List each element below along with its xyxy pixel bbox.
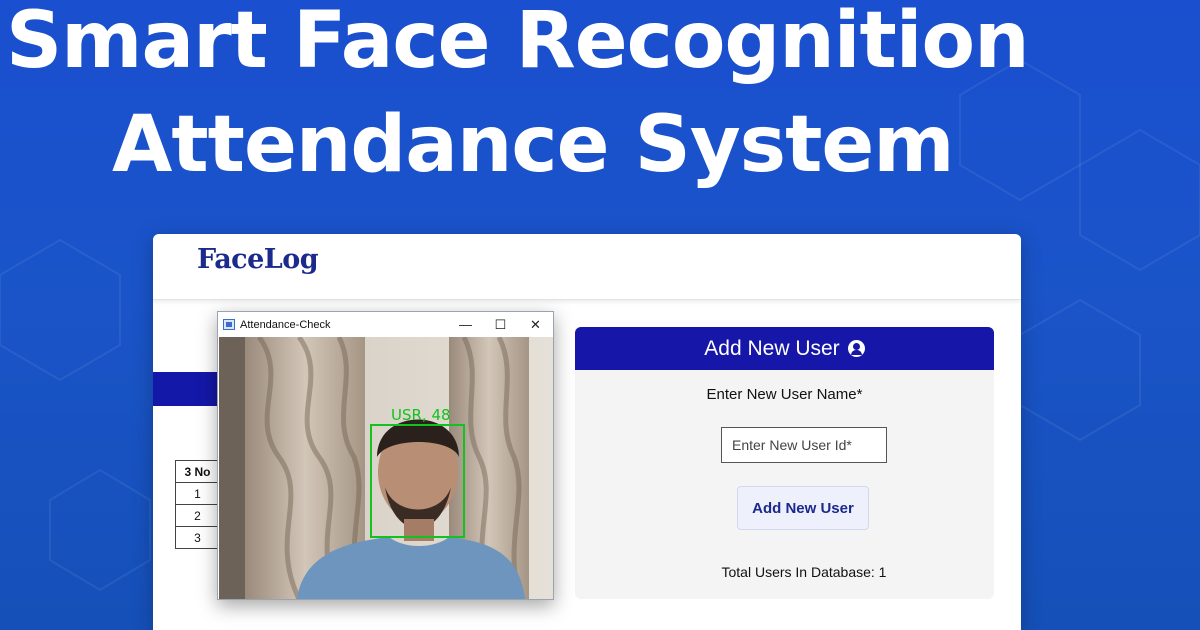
hero-title-line-1: Smart Face Recognition xyxy=(6,0,1030,86)
add-new-user-button[interactable]: Add New User xyxy=(737,486,869,530)
section-header-band xyxy=(153,372,223,406)
user-id-input[interactable] xyxy=(721,427,887,463)
maximize-button[interactable]: ☐ xyxy=(483,312,518,337)
table-cell: 1 xyxy=(175,482,220,505)
brand-logo[interactable]: FaceLog xyxy=(197,244,319,275)
total-users-text: Total Users In Database: 1 xyxy=(721,564,887,580)
window-titlebar[interactable]: Attendance-Check — ☐ ✕ xyxy=(218,312,553,337)
table-row: 2 xyxy=(175,504,220,527)
detection-label: USR, 48 xyxy=(391,406,451,424)
table-cell: 3 xyxy=(175,526,220,549)
user-name-label: Enter New User Name* xyxy=(706,386,863,403)
table-row: 3 xyxy=(175,526,220,549)
add-user-panel-title: Add New User xyxy=(704,336,840,360)
app-header: FaceLog xyxy=(153,234,1021,300)
maximize-icon: ☐ xyxy=(494,316,507,332)
hero-title-line-2: Attendance System xyxy=(112,100,955,190)
app-window-icon xyxy=(223,319,235,330)
add-user-panel: Add New User Enter New User Name* Add Ne… xyxy=(575,327,994,599)
camera-feed: USR, 48 xyxy=(219,337,553,599)
minimize-button[interactable]: — xyxy=(448,312,483,337)
close-button[interactable]: ✕ xyxy=(518,312,553,337)
window-controls: — ☐ ✕ xyxy=(448,312,553,337)
hero-title: Smart Face Recognition Attendance System xyxy=(0,0,1200,210)
add-user-panel-header: Add New User xyxy=(575,327,994,370)
close-icon: ✕ xyxy=(530,316,541,332)
minimize-icon: — xyxy=(459,317,472,332)
face-detection-box xyxy=(370,424,465,538)
table-header-number: 3 No xyxy=(175,460,220,483)
window-title: Attendance-Check xyxy=(240,318,331,331)
user-circle-icon xyxy=(847,340,865,357)
table-row: 1 xyxy=(175,482,220,505)
attendance-check-window[interactable]: Attendance-Check — ☐ ✕ USR, 48 xyxy=(217,311,554,600)
table-cell: 2 xyxy=(175,504,220,527)
attendance-table: 3 No 1 2 3 xyxy=(175,460,220,549)
